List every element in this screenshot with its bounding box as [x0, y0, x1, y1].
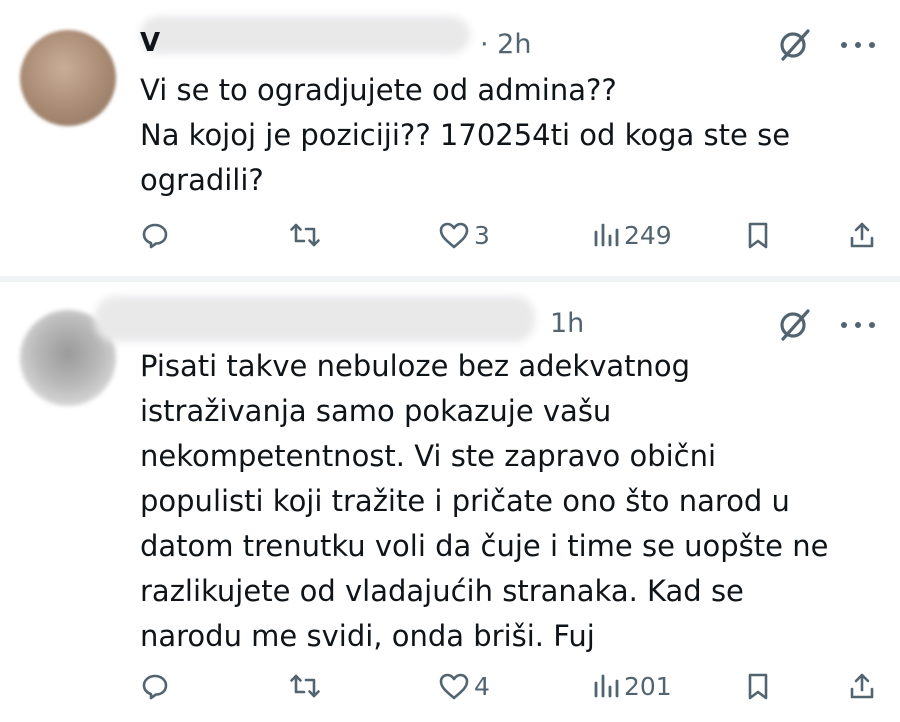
- tweet-text-line: populisti koji tražite i pričate ono što…: [140, 484, 790, 518]
- like-count: 4: [474, 671, 490, 701]
- tweet-text-line: narodu me svidi, onda briši. Fuj: [140, 619, 595, 653]
- tweet-text-line: ogradili?: [140, 163, 264, 197]
- retweet-button[interactable]: [288, 215, 322, 255]
- share-button[interactable]: [847, 666, 877, 706]
- retweet-button[interactable]: [288, 666, 322, 706]
- more-icon[interactable]: [838, 40, 878, 50]
- views-icon: [594, 674, 619, 698]
- timestamp[interactable]: 1h: [550, 308, 584, 339]
- tweet-text-line: Na kojoj je poziciji?? 170254ti od koga …: [140, 118, 791, 152]
- heart-icon: [439, 673, 469, 700]
- action-bar: 4 201: [140, 666, 880, 706]
- tweet-text-line: razlikujete od vladajućih stranaka. Kad …: [140, 574, 744, 608]
- tweet-text-line: Vi se to ogradjujete od admina??: [140, 73, 617, 107]
- reply-icon: [142, 674, 168, 700]
- like-button[interactable]: 4: [438, 666, 490, 706]
- tweet-text-line: nekompetentnost. Vi ste zapravo obični: [140, 439, 717, 473]
- tweet-text-line: Pisati takve nebuloze bez adekvatnog: [140, 349, 691, 383]
- bookmark-button[interactable]: [745, 215, 771, 255]
- like-button[interactable]: 3: [438, 215, 490, 255]
- retweet-icon: [290, 223, 320, 247]
- author-name-blurred[interactable]: [140, 16, 470, 54]
- grok-icon[interactable]: [778, 308, 812, 342]
- author-name-blurred[interactable]: [95, 296, 535, 342]
- grok-icon[interactable]: [778, 28, 812, 62]
- tweet-1[interactable]: V · 2h Vi se to ogradjujete od admina?? …: [0, 0, 900, 276]
- tweet-text: Vi se to ogradjujete od admina?? Na kojo…: [140, 68, 880, 203]
- tweet-text-line: istraživanja samo pokazuje vašu: [140, 394, 612, 428]
- reply-button[interactable]: [140, 666, 170, 706]
- bookmark-button[interactable]: [745, 666, 771, 706]
- reply-icon: [142, 223, 168, 249]
- views-icon: [594, 223, 619, 247]
- share-button[interactable]: [847, 215, 877, 255]
- tweet-2[interactable]: 1h Pisati takve nebuloze bez adekvatnog …: [0, 282, 900, 722]
- views-count: 201: [624, 671, 672, 701]
- retweet-icon: [290, 674, 320, 698]
- author-name[interactable]: V: [140, 28, 161, 58]
- bookmark-icon: [748, 673, 768, 700]
- tweet-text: Pisati takve nebuloze bez adekvatnog ist…: [140, 344, 880, 659]
- heart-icon: [439, 222, 469, 249]
- timestamp[interactable]: · 2h: [480, 29, 531, 60]
- more-icon[interactable]: [838, 320, 878, 330]
- share-icon: [850, 222, 874, 248]
- bookmark-icon: [748, 222, 768, 249]
- avatar[interactable]: [20, 30, 116, 126]
- action-bar: 3 249: [140, 215, 880, 255]
- like-count: 3: [474, 220, 490, 250]
- views-button[interactable]: 249: [592, 215, 672, 255]
- tweet-text-line: datom trenutku voli da čuje i time se uo…: [140, 529, 829, 563]
- reply-button[interactable]: [140, 215, 170, 255]
- views-count: 249: [624, 220, 672, 250]
- views-button[interactable]: 201: [592, 666, 672, 706]
- share-icon: [850, 673, 874, 699]
